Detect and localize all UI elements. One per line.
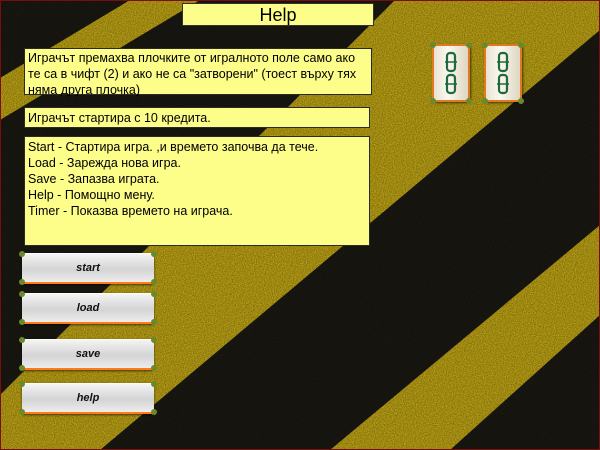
- command-line-load: Load - Зарежда нова игра.: [28, 156, 181, 170]
- load-button-label: load: [76, 302, 100, 314]
- load-button[interactable]: load: [19, 291, 157, 325]
- mahjong-tile-2[interactable]: [482, 42, 524, 104]
- command-line-timer: Timer - Показва времето на играча.: [28, 204, 233, 218]
- bamboo-tile-icon: [497, 51, 509, 95]
- save-button[interactable]: save: [19, 337, 157, 371]
- mahjong-tile-1[interactable]: [430, 42, 472, 104]
- help-button[interactable]: help: [19, 381, 157, 415]
- start-button-label: start: [76, 262, 100, 274]
- command-line-save: Save - Запазва играта.: [28, 172, 160, 186]
- commands-panel: Start - Стартира игра. ,и времето започв…: [24, 136, 370, 246]
- save-button-label: save: [75, 348, 101, 360]
- rules-panel: Играчът премахва плочките от игралното п…: [24, 48, 372, 97]
- credits-panel: Играчът стартира с 10 кредита.: [24, 107, 370, 128]
- command-line-help: Help - Помощно мену.: [28, 188, 155, 202]
- page-title: Help: [182, 3, 374, 26]
- bamboo-tile-icon: [445, 51, 457, 95]
- command-line-start: Start - Стартира игра. ,и времето започв…: [28, 140, 319, 154]
- start-button[interactable]: start: [19, 251, 157, 285]
- help-button-label: help: [76, 392, 100, 404]
